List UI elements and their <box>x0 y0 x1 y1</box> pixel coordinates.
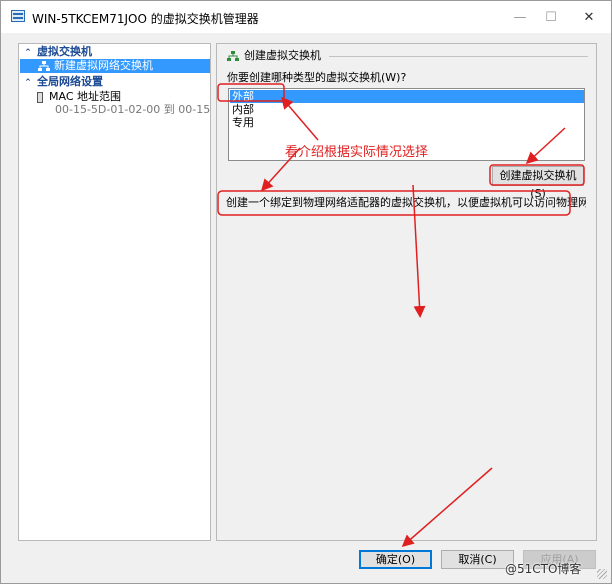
create-switch-panel: 创建虚拟交换机 你要创建哪种类型的虚拟交换机(W)? 外部 内部 专用 创建虚拟… <box>216 43 597 541</box>
section-header-virtual-switches[interactable]: ⌃ 虚拟交换机 <box>19 45 92 59</box>
switch-type-internal[interactable]: 内部 <box>230 103 584 116</box>
switch-manager-app-icon <box>11 10 25 22</box>
switch-type-description: 创建一个绑定到物理网络适配器的虚拟交换机，以便虚拟机可以访问物理网络。 <box>226 196 586 209</box>
tree-item-label: 新建虚拟网络交换机 <box>54 59 153 72</box>
section-header-label: 虚拟交换机 <box>37 45 92 58</box>
section-header-label: 全局网络设置 <box>37 75 103 88</box>
chevron-up-icon[interactable]: ⌃ <box>22 76 34 90</box>
title-bar: WIN-5TKCEM71JOO 的虚拟交换机管理器 — ☐ ✕ <box>1 1 611 33</box>
tree-item-new-virtual-switch[interactable]: 新建虚拟网络交换机 <box>20 59 210 73</box>
mac-address-icon <box>37 91 43 103</box>
network-switch-icon <box>227 51 239 61</box>
navigation-tree: ⌃ 虚拟交换机 新建虚拟网络交换机 ⌃ 全局网络设置 MAC 地址范围 00-15-… <box>18 43 211 541</box>
network-switch-icon <box>38 61 50 71</box>
annotation-note: 看介绍根据实际情况选择 <box>285 145 429 160</box>
panel-heading: 创建虚拟交换机 <box>227 49 321 63</box>
section-header-global-network-settings[interactable]: ⌃ 全局网络设置 <box>19 75 103 89</box>
tree-item-mac-address-range[interactable]: MAC 地址范围 <box>19 90 121 104</box>
virtual-switch-manager-window: WIN-5TKCEM71JOO 的虚拟交换机管理器 — ☐ ✕ ⌃ 虚拟交换机 新… <box>0 0 612 584</box>
ok-button[interactable]: 确定(O) <box>359 550 432 569</box>
tree-item-label: MAC 地址范围 <box>49 90 121 103</box>
resize-grip[interactable] <box>597 569 607 579</box>
switch-type-question: 你要创建哪种类型的虚拟交换机(W)? <box>227 71 407 84</box>
watermark: @51CTO博客 <box>505 562 582 576</box>
panel-heading-label: 创建虚拟交换机 <box>244 49 321 62</box>
chevron-up-icon[interactable]: ⌃ <box>22 46 34 60</box>
create-virtual-switch-button[interactable]: 创建虚拟交换机(S) <box>492 166 584 200</box>
heading-divider <box>329 56 588 57</box>
window-title: WIN-5TKCEM71JOO 的虚拟交换机管理器 <box>32 12 259 26</box>
switch-type-private[interactable]: 专用 <box>230 116 584 129</box>
close-button[interactable]: ✕ <box>566 1 612 33</box>
cancel-button[interactable]: 取消(C) <box>441 550 514 569</box>
switch-type-external[interactable]: 外部 <box>230 90 584 103</box>
mac-range-value: 00-15-5D-01-02-00 到 00-15-5D-0... <box>55 103 211 116</box>
